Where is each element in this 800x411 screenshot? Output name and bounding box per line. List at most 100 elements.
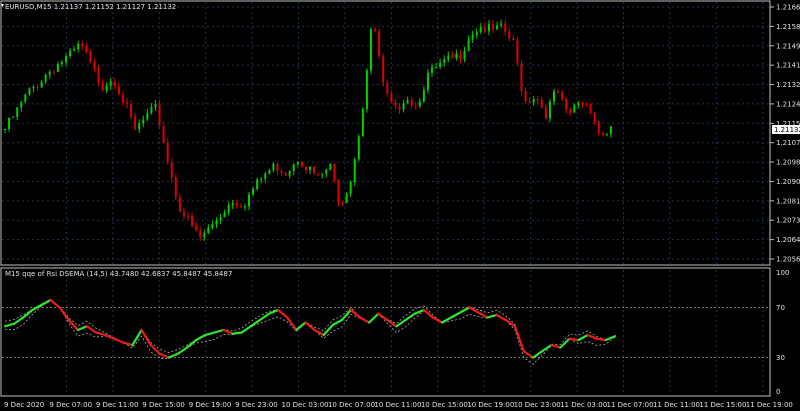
candle-body bbox=[97, 68, 100, 83]
candle-body bbox=[284, 172, 287, 176]
candle-body bbox=[609, 126, 612, 134]
indicator-line-segment bbox=[304, 321, 316, 332]
candle-body bbox=[138, 123, 141, 130]
candle-body bbox=[589, 104, 592, 114]
candle-body bbox=[561, 92, 564, 100]
indicator-line-segment bbox=[31, 303, 43, 312]
candle-body bbox=[573, 105, 576, 113]
candle-body bbox=[447, 55, 450, 60]
candle-body bbox=[406, 100, 409, 104]
price-label: 1.21070 bbox=[776, 139, 800, 147]
chart-canvas[interactable]: EURUSD,M15 1.21137 1.21152 1.21127 1.211… bbox=[0, 0, 800, 411]
candle-body bbox=[329, 163, 332, 170]
candle-body bbox=[134, 116, 137, 130]
candle-body bbox=[65, 55, 67, 63]
time-label: 9 Dec 2020 bbox=[4, 401, 44, 409]
candle-body bbox=[410, 100, 413, 106]
candle-body bbox=[402, 103, 405, 110]
time-label: 9 Dec 15:00 bbox=[142, 401, 185, 409]
candle-body bbox=[357, 135, 360, 160]
indicator-line-segment bbox=[568, 337, 580, 342]
candle-body bbox=[252, 189, 255, 195]
time-label: 11 Dec 03:00 bbox=[560, 401, 607, 409]
indicator-line-segment bbox=[94, 331, 107, 337]
candle-body bbox=[422, 89, 425, 102]
candle-body bbox=[451, 55, 454, 58]
candle-body bbox=[227, 204, 230, 213]
candle-body bbox=[581, 103, 584, 105]
indicator-line-segment bbox=[595, 337, 607, 342]
indicator-line-segment bbox=[322, 323, 334, 337]
candle-body bbox=[248, 194, 250, 207]
candle-body bbox=[374, 29, 377, 32]
candle-body bbox=[36, 86, 39, 88]
time-label: 10 Dec 23:00 bbox=[514, 401, 561, 409]
candle-body bbox=[211, 224, 214, 228]
candle-body bbox=[601, 132, 604, 135]
candle-body bbox=[223, 212, 226, 218]
candle-body bbox=[239, 206, 242, 208]
price-label: 1.21410 bbox=[776, 62, 800, 70]
time-axis: 9 Dec 2020 9 Dec 07:00 9 Dec 11:00 9 Dec 15… bbox=[4, 401, 793, 409]
indicator-line-segment bbox=[331, 318, 343, 327]
candle-body bbox=[341, 202, 344, 204]
time-label: 10 Dec 07:00 bbox=[328, 401, 375, 409]
candle-body bbox=[8, 117, 11, 130]
candle-body bbox=[268, 170, 271, 174]
indicator-line-segment bbox=[577, 333, 589, 342]
current-price-label: 1.21132 bbox=[774, 126, 800, 134]
price-label: 1.21580 bbox=[776, 23, 800, 31]
candle-body bbox=[276, 163, 279, 172]
indicator-line-segment bbox=[258, 312, 271, 322]
candle-body bbox=[361, 109, 364, 136]
indicator-frame bbox=[0, 267, 771, 397]
candle-body bbox=[44, 74, 47, 82]
candle-body bbox=[20, 101, 23, 108]
candle-body bbox=[231, 202, 234, 205]
indicator-line-segment bbox=[3, 322, 16, 328]
candle-body bbox=[435, 66, 438, 68]
candle-body bbox=[426, 72, 429, 90]
candle-body bbox=[508, 31, 511, 39]
candle-body bbox=[52, 71, 55, 73]
candle-body bbox=[345, 193, 348, 204]
indicator-line-segment bbox=[477, 311, 489, 319]
candle-body bbox=[199, 230, 202, 238]
candle-body bbox=[471, 34, 474, 40]
candle-body bbox=[569, 109, 572, 113]
candle-body bbox=[85, 46, 88, 53]
candle-body bbox=[77, 43, 80, 50]
candle-body bbox=[16, 107, 19, 117]
candle-body bbox=[353, 159, 356, 182]
candle-body bbox=[557, 91, 560, 93]
current-price-tag: 1.21132 bbox=[772, 125, 800, 134]
indicator-line-segment bbox=[76, 325, 89, 332]
time-label: 10 Dec 11:00 bbox=[374, 401, 421, 409]
candle-body bbox=[439, 62, 442, 67]
candle-body bbox=[597, 121, 600, 133]
candle-body bbox=[321, 173, 324, 175]
candle-body bbox=[325, 169, 328, 174]
candle-body bbox=[548, 101, 551, 119]
candle-body bbox=[154, 104, 157, 108]
candle-body bbox=[69, 50, 72, 56]
candle-body bbox=[142, 119, 145, 124]
indicator-line-segment bbox=[513, 325, 526, 353]
candle-body bbox=[288, 171, 291, 176]
indicator-series bbox=[2, 298, 768, 365]
indicator-line-segment bbox=[486, 313, 498, 319]
candle-body bbox=[418, 101, 421, 107]
indicator-line-segment bbox=[386, 318, 398, 328]
candle-body bbox=[178, 197, 181, 212]
indicator-line-segment bbox=[49, 298, 61, 309]
candle-body bbox=[540, 100, 543, 108]
price-label: 1.21665 bbox=[776, 4, 800, 12]
chart-window[interactable]: EURUSD,M15 1.21137 1.21152 1.21127 1.211… bbox=[0, 0, 800, 411]
candle-body bbox=[117, 85, 120, 95]
candle-body bbox=[28, 88, 31, 95]
candle-body bbox=[12, 116, 15, 118]
grid bbox=[2, 2, 770, 395]
candle-body bbox=[500, 23, 503, 26]
price-label: 1.20900 bbox=[776, 178, 800, 186]
indicator-line-segment bbox=[277, 308, 289, 319]
